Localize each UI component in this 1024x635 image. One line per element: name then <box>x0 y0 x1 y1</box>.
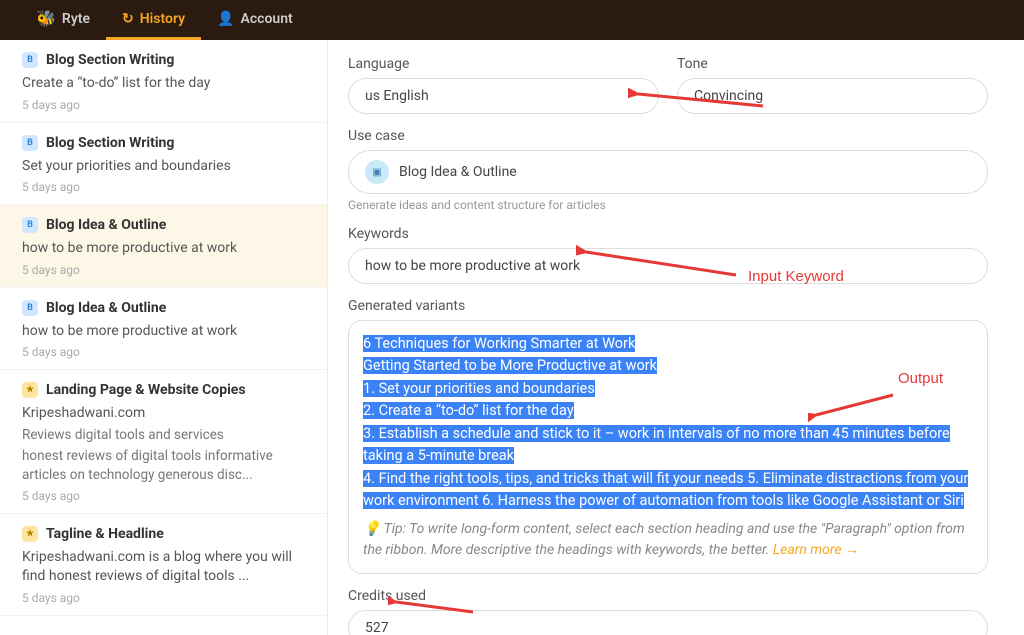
history-desc: Create a “to-do” list for the day <box>22 74 305 94</box>
history-item[interactable]: B Blog Idea & Outline how to be more produ… <box>0 205 327 288</box>
nav-tab-history[interactable]: ↻ History <box>106 0 201 40</box>
history-label: History <box>140 11 185 27</box>
history-type-icon: ★ <box>22 382 38 398</box>
history-type-label: Landing Page & Website Copies <box>46 382 246 398</box>
history-type-label: Blog Section Writing <box>46 52 174 68</box>
learn-more-link[interactable]: Learn more → <box>773 542 859 558</box>
variants-tip: 💡 Tip: To write long-form content, selec… <box>363 519 973 561</box>
history-desc: Kripeshadwani.com is a blog where you wi… <box>22 548 305 587</box>
history-type-icon: B <box>22 135 38 151</box>
history-type-icon: B <box>22 52 38 68</box>
history-time: 5 days ago <box>22 98 305 112</box>
account-label: Account <box>241 11 293 27</box>
history-time: 5 days ago <box>22 180 305 194</box>
variant-line[interactable]: 6 Techniques for Working Smarter at Work <box>363 333 973 355</box>
history-desc: Set your priorities and boundaries <box>22 157 305 177</box>
language-select[interactable]: us English <box>348 78 659 114</box>
history-desc: Kripeshadwani.com <box>22 404 305 424</box>
variants-label: Generated variants <box>348 298 988 314</box>
main-panel: Language us English Tone Convincing Use … <box>328 40 1024 635</box>
variant-line[interactable]: 4. Find the right tools, tips, and trick… <box>363 468 973 513</box>
brand-label: Ryte <box>62 11 90 27</box>
variant-line[interactable]: Getting Started to be More Productive at… <box>363 355 973 377</box>
history-time: 5 days ago <box>22 345 305 359</box>
language-label: Language <box>348 56 659 72</box>
history-desc: how to be more productive at work <box>22 322 305 342</box>
history-item[interactable]: B Blog Section Writing Create a “to-do” li… <box>0 40 327 123</box>
history-item[interactable]: ★ Tagline & Headline Kripeshadwani.com is … <box>0 514 327 616</box>
usecase-select[interactable]: ▣ Blog Idea & Outline <box>348 150 988 194</box>
usecase-icon: ▣ <box>365 160 389 184</box>
nav-tab-account[interactable]: 👤 Account <box>201 0 309 40</box>
history-type-label: Tagline & Headline <box>46 526 164 542</box>
history-sub: Reviews digital tools and services <box>22 426 305 445</box>
brand-icon: 🐝 <box>36 9 56 28</box>
history-type-label: Blog Idea & Outline <box>46 217 166 233</box>
history-type-label: Blog Idea & Outline <box>46 300 166 316</box>
top-navbar: 🐝 Ryte ↻ History 👤 Account <box>0 0 1024 40</box>
history-item[interactable]: B Blog Section Writing Set your priorities… <box>0 123 327 206</box>
keywords-input[interactable]: how to be more productive at work <box>348 248 988 284</box>
usecase-label: Use case <box>348 128 988 144</box>
history-item[interactable]: ★ Landing Page & Website Copies Kripeshadw… <box>0 370 327 513</box>
variant-line[interactable]: 3. Establish a schedule and stick to it … <box>363 423 973 468</box>
history-type-icon: B <box>22 217 38 233</box>
account-icon: 👤 <box>217 11 234 27</box>
variant-line[interactable]: 2. Create a “to-do” list for the day <box>363 400 973 422</box>
history-item[interactable]: B Blog Idea & Outline how to be more produ… <box>0 288 327 371</box>
history-type-icon: B <box>22 300 38 316</box>
history-desc: how to be more productive at work <box>22 239 305 259</box>
variant-line[interactable]: 1. Set your priorities and boundaries <box>363 378 973 400</box>
credits-label: Credits used <box>348 588 988 604</box>
history-sidebar: B Blog Section Writing Create a “to-do” li… <box>0 40 328 635</box>
history-type-label: Blog Section Writing <box>46 135 174 151</box>
history-sub2: honest reviews of digital tools informat… <box>22 447 305 485</box>
history-time: 5 days ago <box>22 263 305 277</box>
tone-label: Tone <box>677 56 988 72</box>
usecase-helper: Generate ideas and content structure for… <box>348 198 988 212</box>
history-time: 5 days ago <box>22 591 305 605</box>
credits-used-field: 527 <box>348 610 988 635</box>
history-type-icon: ★ <box>22 526 38 542</box>
history-icon: ↻ <box>122 11 134 27</box>
keywords-label: Keywords <box>348 226 988 242</box>
tone-select[interactable]: Convincing <box>677 78 988 114</box>
history-time: 5 days ago <box>22 489 305 503</box>
generated-variants-box[interactable]: 6 Techniques for Working Smarter at Work… <box>348 320 988 574</box>
nav-brand[interactable]: 🐝 Ryte <box>20 0 106 40</box>
